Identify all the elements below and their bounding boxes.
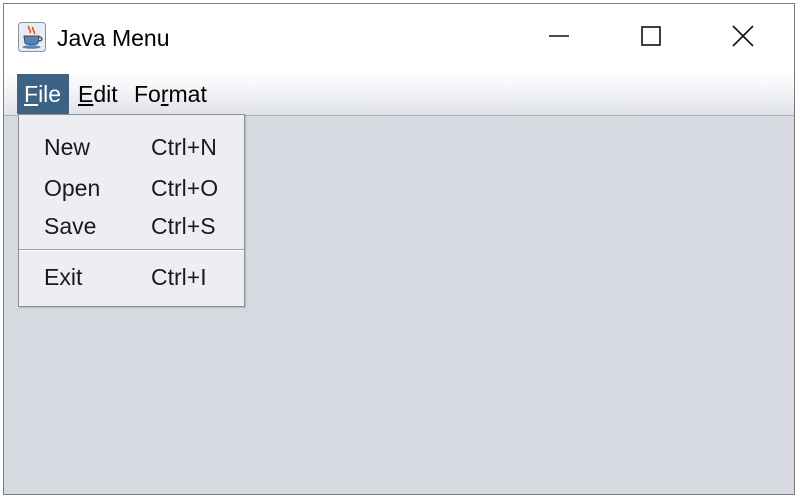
close-icon [732, 24, 754, 52]
menu-item-label: Save [44, 213, 97, 239]
menu-item-label: Exit [44, 264, 83, 290]
menu-separator [19, 249, 244, 251]
menu-item-label: Open [44, 175, 101, 201]
window-title: Java Menu [57, 25, 170, 51]
menu-file-mnemonic: F [24, 81, 39, 107]
maximize-icon [641, 25, 661, 51]
menu-item-save[interactable]: Save Ctrl+S [19, 208, 244, 244]
menu-item-open[interactable]: Open Ctrl+O [19, 170, 244, 206]
menu-edit[interactable]: Edit [71, 74, 125, 114]
menu-item-new[interactable]: New Ctrl+N [19, 129, 244, 165]
menu-format-label-pre: Fo [134, 81, 161, 107]
menu-format-mnemonic: r [160, 81, 169, 107]
menu-item-accelerator: Ctrl+O [151, 175, 219, 201]
menu-item-label: New [44, 134, 91, 160]
title-bar[interactable]: Java Menu [4, 4, 794, 71]
app-window: Java Menu File Edit Format New Ctrl+N Op… [3, 3, 795, 495]
maximize-button[interactable] [620, 14, 682, 62]
menu-bar: File Edit Format [4, 71, 794, 116]
menu-edit-label-rest: dit [93, 81, 118, 107]
menu-file-label-rest: ile [38, 81, 62, 107]
close-button[interactable] [712, 14, 774, 62]
java-cup-icon[interactable] [18, 22, 46, 52]
menu-edit-mnemonic: E [78, 81, 94, 107]
minimize-button[interactable] [528, 14, 590, 62]
menu-item-exit[interactable]: Exit Ctrl+I [19, 259, 244, 295]
menu-file[interactable]: File [17, 74, 69, 114]
menu-item-accelerator: Ctrl+N [151, 134, 217, 160]
file-menu-popup: New Ctrl+N Open Ctrl+O Save Ctrl+S Exit … [18, 114, 245, 307]
menu-format-label-rest: mat [168, 81, 207, 107]
menu-item-accelerator: Ctrl+I [151, 264, 207, 290]
menu-format[interactable]: Format [127, 74, 214, 114]
minimize-icon [549, 26, 569, 51]
menu-item-accelerator: Ctrl+S [151, 213, 216, 239]
